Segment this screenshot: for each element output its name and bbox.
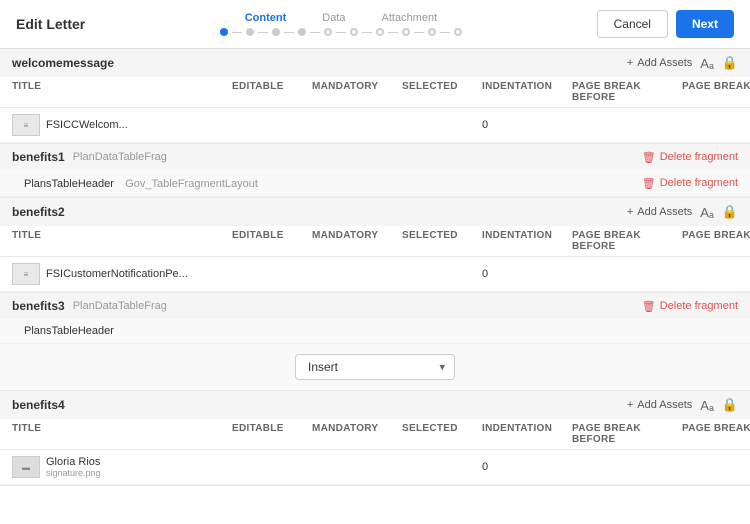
section-subtitle-benefits1: PlanDataTableFrag — [73, 151, 167, 163]
next-button[interactable]: Next — [676, 10, 734, 38]
step-dot-3 — [272, 28, 280, 36]
delete-fragment-button-benefits3[interactable]: 🗑 Delete fragment — [642, 300, 738, 313]
plus-icon-b4: + — [627, 399, 633, 411]
section-welcomemessage: welcomemessage + Add Assets Aₐ 🔒 TITLE E… — [0, 49, 750, 144]
section-benefits2: benefits2 + Add Assets Aₐ 🔒 TITLE EDITAB… — [0, 198, 750, 293]
indentation-val-gloria: 0 — [482, 461, 572, 473]
step-dot-7 — [376, 28, 384, 36]
fragment-item-planstableheader2: PlansTableHeader — [0, 319, 750, 344]
delete-fragment-button-planstableheader1[interactable]: 🗑 Delete fragment — [642, 177, 738, 190]
section-name-benefits3: benefits3 — [12, 299, 65, 313]
add-assets-button-benefits4[interactable]: + Add Assets — [627, 399, 692, 411]
section-benefits4: benefits4 + Add Assets Aₐ 🔒 TITLE EDITAB… — [0, 391, 750, 486]
header: Edit Letter Content Data Attachment — [0, 0, 750, 49]
cancel-button[interactable]: Cancel — [597, 10, 668, 38]
plus-icon-b2: + — [627, 206, 633, 218]
section-name-benefits4: benefits4 — [12, 398, 65, 412]
step-label-content: Content — [245, 12, 287, 24]
row-title-gloria: ▬ Gloria Rios signature.png — [12, 456, 232, 478]
step-dot-8 — [402, 28, 410, 36]
table-header-benefits2: TITLE EDITABLE MANDATORY SELECTED INDENT… — [0, 226, 750, 257]
row-title-text-gloria: Gloria Rios — [46, 456, 101, 468]
row-icon-gloria: ▬ — [12, 456, 40, 478]
steps-labels: Content Data Attachment — [245, 12, 437, 24]
step-label-data: Data — [322, 12, 345, 24]
add-assets-button-benefits2[interactable]: + Add Assets — [627, 206, 692, 218]
table-header-benefits4: TITLE EDITABLE MANDATORY SELECTED INDENT… — [0, 419, 750, 450]
row-subtitle-gloria: signature.png — [46, 468, 101, 478]
table-row: ≡ FSICCWelcom... 0 ✎ 🗑 › + — [0, 108, 750, 143]
add-assets-button-welcomemessage[interactable]: + Add Assets — [627, 57, 692, 69]
trash-icon: 🗑 — [642, 151, 656, 164]
step-dot-6 — [350, 28, 358, 36]
col-indentation: INDENTATION — [482, 81, 572, 103]
plus-icon: + — [627, 57, 633, 69]
font-icon-benefits4[interactable]: Aₐ — [700, 398, 714, 413]
section-header-benefits2: benefits2 + Add Assets Aₐ 🔒 — [0, 198, 750, 226]
font-icon-welcomemessage[interactable]: Aₐ — [700, 56, 714, 71]
row-title-text-fsicustomer: FSICustomerNotificationPe... — [46, 268, 188, 280]
main-content: welcomemessage + Add Assets Aₐ 🔒 TITLE E… — [0, 49, 750, 517]
section-name-benefits2: benefits2 — [12, 205, 65, 219]
col-editable: EDITABLE — [232, 81, 312, 103]
row-icon-fsicc: ≡ — [12, 114, 40, 136]
insert-select[interactable]: Insert — [295, 354, 455, 380]
trash-icon-2: 🗑 — [642, 177, 656, 190]
step-dot-4 — [298, 28, 306, 36]
indentation-val-b2: 0 — [482, 268, 572, 280]
step-dot-10 — [454, 28, 462, 36]
col-selected: SELECTED — [402, 81, 482, 103]
table-row-gloria: ▬ Gloria Rios signature.png 0 ✎ 🗑 › + — [0, 450, 750, 485]
page-title: Edit Letter — [16, 16, 85, 32]
section-name-welcomemessage: welcomemessage — [12, 56, 114, 70]
lock-icon-benefits4[interactable]: 🔒 — [722, 397, 738, 413]
table-row-fsi-customer: ≡ FSICustomerNotificationPe... 0 ✎ 🗑 › + — [0, 257, 750, 292]
steps-container: Content Data Attachment — [220, 12, 462, 36]
lock-icon-benefits2[interactable]: 🔒 — [722, 204, 738, 220]
step-dot-2 — [246, 28, 254, 36]
section-header-benefits3: benefits3 PlanDataTableFrag 🗑 Delete fra… — [0, 293, 750, 319]
lock-icon-welcomemessage[interactable]: 🔒 — [722, 55, 738, 71]
section-name-benefits1: benefits1 — [12, 150, 65, 164]
font-icon-benefits2[interactable]: Aₐ — [700, 205, 714, 220]
table-header-welcomemessage: TITLE EDITABLE MANDATORY SELECTED INDENT… — [0, 77, 750, 108]
insert-row: Insert — [0, 344, 750, 390]
delete-fragment-button-benefits1[interactable]: 🗑 Delete fragment — [642, 151, 738, 164]
col-mandatory: MANDATORY — [312, 81, 402, 103]
row-icon-fsicustomer: ≡ — [12, 263, 40, 285]
step-dot-1 — [220, 28, 228, 36]
col-page-break-after: PAGE BREAK AFTER — [682, 81, 750, 103]
section-subtitle-benefits3: PlanDataTableFrag — [73, 300, 167, 312]
indentation-val: 0 — [482, 119, 572, 131]
fragment-name-planstableheader2: PlansTableHeader — [24, 325, 114, 337]
trash-icon-b3: 🗑 — [642, 300, 656, 313]
step-label-attachment: Attachment — [382, 12, 438, 24]
section-benefits1: benefits1 PlanDataTableFrag 🗑 Delete fra… — [0, 144, 750, 198]
fragment-subtitle-planstableheader1: Gov_TableFragmentLayout — [125, 178, 258, 190]
step-dot-9 — [428, 28, 436, 36]
section-benefits3: benefits3 PlanDataTableFrag 🗑 Delete fra… — [0, 293, 750, 391]
section-header-benefits4: benefits4 + Add Assets Aₐ 🔒 — [0, 391, 750, 419]
col-page-break-before: PAGE BREAK BEFORE — [572, 81, 682, 103]
header-actions: Cancel Next — [597, 10, 734, 38]
fragment-item-planstableheader1: PlansTableHeader Gov_TableFragmentLayout… — [0, 170, 750, 197]
fragment-name-planstableheader1: PlansTableHeader — [24, 178, 114, 190]
step-dot-5 — [324, 28, 332, 36]
row-title-fsicc: ≡ FSICCWelcom... — [12, 114, 232, 136]
insert-select-wrapper: Insert — [295, 354, 455, 380]
row-title-fsicustomer: ≡ FSICustomerNotificationPe... — [12, 263, 232, 285]
steps-dots — [220, 28, 462, 36]
row-title-text-fsicc: FSICCWelcom... — [46, 119, 128, 131]
section-header-welcomemessage: welcomemessage + Add Assets Aₐ 🔒 — [0, 49, 750, 77]
col-title: TITLE — [12, 81, 232, 103]
section-header-benefits1: benefits1 PlanDataTableFrag 🗑 Delete fra… — [0, 144, 750, 170]
